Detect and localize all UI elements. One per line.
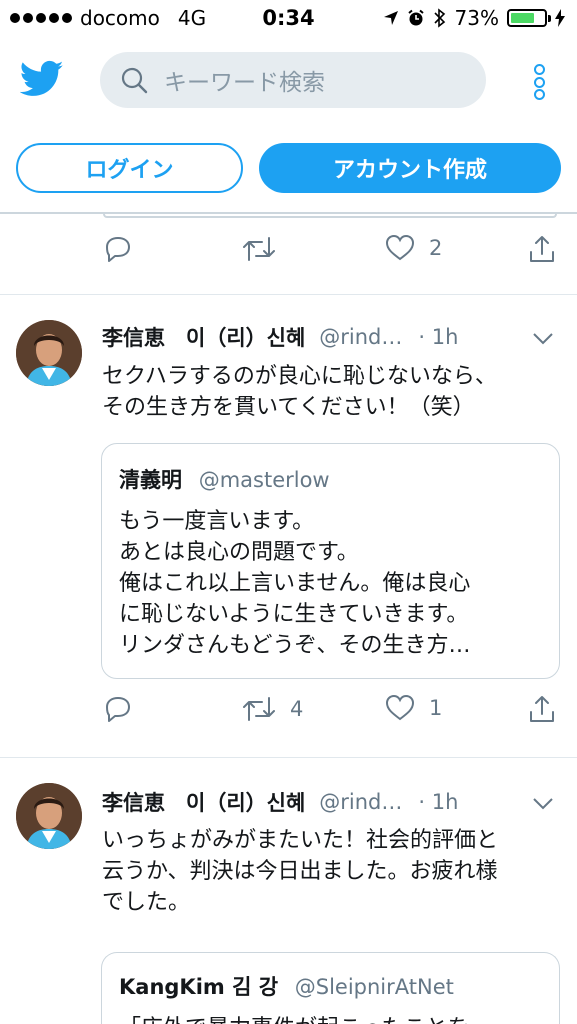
tweet-time[interactable]: · 1h	[418, 325, 458, 349]
reply-icon	[106, 237, 130, 262]
quoted-user-handle: @SleipnirAtNet	[294, 975, 454, 999]
tweet-text: いっちょがみがまたいた！社会的評価と 云うか、判決は今日出ました。お疲れ様 でし…	[102, 825, 552, 918]
heart-icon	[385, 234, 415, 261]
tweet-text-line: でした。	[102, 890, 191, 915]
share-icon	[530, 696, 554, 722]
user-handle[interactable]: @rind…	[319, 325, 402, 349]
reply-button[interactable]	[103, 234, 133, 264]
battery-icon	[507, 9, 551, 27]
tweet-divider	[0, 757, 577, 758]
battery-percent: 73%	[454, 6, 499, 30]
chevron-down-icon[interactable]	[531, 326, 555, 350]
auth-bar: ログイン アカウント作成	[0, 128, 577, 214]
like-button[interactable]: 1	[385, 694, 442, 722]
tweet-text-line: いっちょがみがまたいた！社会的評価と	[102, 828, 499, 853]
retweet-count: 4	[290, 697, 304, 721]
login-button[interactable]: ログイン	[16, 143, 243, 193]
tweet-actions: 4 1	[0, 694, 577, 734]
quoted-tweet[interactable]: 清義明 @masterlow もう一度言います。 あとは良心の問題です。 俺はこ…	[101, 443, 560, 679]
reply-button[interactable]	[103, 694, 133, 724]
like-button[interactable]: 2	[385, 234, 442, 262]
heart-icon	[385, 694, 415, 721]
alarm-clock-icon	[407, 9, 424, 26]
like-count: 2	[429, 236, 443, 260]
tweet-time[interactable]: · 1h	[418, 790, 458, 814]
quoted-header: 清義明 @masterlow	[119, 464, 330, 494]
quoted-header: KangKim 김 강 @SleipnirAtNet	[119, 971, 454, 1001]
location-arrow-icon	[383, 11, 398, 25]
quoted-text-line: 俺はこれ以上言いません。俺は良心	[119, 571, 471, 596]
search-input[interactable]: キーワード検索	[164, 63, 325, 97]
previous-quote-card-edge	[103, 214, 557, 218]
battery-fill	[511, 13, 535, 23]
quoted-text-line: 「店外で暴力事件が起こったことを	[119, 1013, 549, 1024]
share-icon	[530, 236, 554, 262]
user-handle[interactable]: @rind…	[319, 790, 402, 814]
avatar[interactable]	[16, 320, 82, 386]
top-bar: キーワード検索	[0, 38, 577, 128]
signup-button[interactable]: アカウント作成	[259, 143, 561, 193]
bluetooth-icon	[433, 8, 445, 28]
avatar[interactable]	[16, 783, 82, 849]
chevron-down-icon[interactable]	[531, 791, 555, 815]
tweet-text-line: その生き方を貫いてください！（笑）	[102, 395, 475, 420]
search-icon	[121, 67, 148, 94]
reply-icon	[106, 697, 130, 722]
quoted-text-line: あとは良心の問題です。	[119, 540, 359, 565]
search-box[interactable]: キーワード検索	[100, 52, 486, 108]
retweet-icon	[243, 697, 275, 721]
quoted-user-handle: @masterlow	[198, 468, 330, 492]
quoted-text-line: に恥じないように生きていきます。	[119, 602, 469, 627]
more-options-icon[interactable]	[531, 64, 547, 100]
quoted-display-name: KangKim 김 강	[119, 975, 279, 999]
tweet-divider	[0, 294, 577, 295]
status-bar: docomo 4G 0:34 73%	[0, 0, 577, 38]
quoted-display-name: 清義明	[119, 468, 182, 492]
retweet-button[interactable]: 4	[242, 694, 303, 724]
retweet-icon	[243, 237, 275, 261]
like-count: 1	[429, 696, 443, 720]
tweet-actions: 2	[0, 234, 577, 274]
charging-bolt-icon	[555, 9, 565, 27]
share-button[interactable]	[527, 234, 557, 264]
quoted-tweet[interactable]: KangKim 김 강 @SleipnirAtNet 「店外で暴力事件が起こった…	[101, 952, 560, 1024]
quoted-text: もう一度言います。 あとは良心の問題です。 俺はこれ以上言いません。俺は良心 に…	[119, 506, 539, 661]
tweet-text-line: 云うか、判決は今日出ました。お疲れ様	[102, 859, 498, 884]
quoted-text: 「店外で暴力事件が起こったことを	[119, 1013, 549, 1024]
quoted-text-line: リンダさんもどうぞ、その生き方…	[119, 633, 471, 658]
tweet-text-line: セクハラするのが良心に恥じないなら、	[102, 364, 497, 389]
status-right: 73%	[383, 6, 565, 30]
display-name[interactable]: 李信恵 이（리）신혜	[102, 787, 305, 817]
display-name[interactable]: 李信恵 이（리）신혜	[102, 322, 305, 352]
twitter-bird-icon[interactable]	[20, 60, 64, 98]
tweet-header: 李信恵 이（리）신혜 @rind… · 1h	[102, 320, 458, 354]
share-button[interactable]	[527, 694, 557, 724]
quoted-text-line: もう一度言います。	[119, 509, 315, 534]
tweet-header: 李信恵 이（리）신혜 @rind… · 1h	[102, 785, 458, 819]
retweet-button[interactable]	[242, 234, 276, 264]
tweet-text: セクハラするのが良心に恥じないなら、 その生き方を貫いてください！（笑）	[102, 361, 552, 423]
